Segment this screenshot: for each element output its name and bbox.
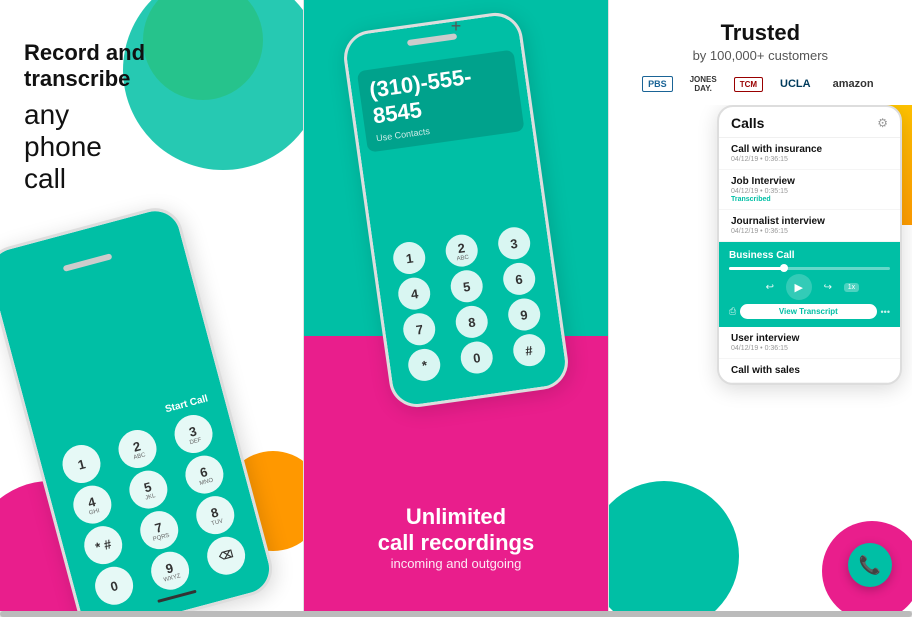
panel3-bg-teal xyxy=(609,481,739,611)
call-item-2[interactable]: Job Interview 04/12/19 • 0:35:15 Transcr… xyxy=(719,170,900,210)
logos-row: PBS JONESDAY. TCM UCLA amazon xyxy=(629,73,892,95)
logo-ucla: UCLA xyxy=(775,76,816,92)
d2-4[interactable]: 4 xyxy=(396,276,432,312)
d2-7[interactable]: 7 xyxy=(401,311,437,347)
call-meta-2: 04/12/19 • 0:35:15 xyxy=(731,188,888,195)
unlimited-label: Unlimited xyxy=(378,504,535,530)
scrollbar-thumb xyxy=(0,611,912,617)
calls-header: Calls ⚙ xyxy=(719,107,900,138)
dial-pad-2: 1 2ABC 3 4 5 6 7 8 xyxy=(381,224,557,385)
audio-progress xyxy=(729,267,890,270)
dial-key-0[interactable]: 0 xyxy=(91,562,138,609)
dial-key-5[interactable]: 5JKL xyxy=(125,466,172,513)
gear-icon[interactable]: ⚙ xyxy=(877,116,888,130)
audio-controls: ↩ ▶ ↪ 1x xyxy=(729,274,890,300)
play-button[interactable]: ▶ xyxy=(786,274,812,300)
call-meta-5: 04/12/19 • 0:36:15 xyxy=(731,345,888,352)
dial-key-6[interactable]: 6MNO xyxy=(181,451,228,498)
dial-key-1[interactable]: 1 xyxy=(58,441,105,488)
panel2-bottom-text: Unlimited call recordings incoming and o… xyxy=(378,504,535,571)
call-name-2: Job Interview xyxy=(731,176,888,187)
subtext: any phone call xyxy=(24,99,145,196)
d2-8[interactable]: 8 xyxy=(454,304,490,340)
dial-key-9[interactable]: 9WXYZ xyxy=(147,547,194,594)
plus-icon: + xyxy=(451,16,462,37)
call-name-5: User interview xyxy=(731,333,888,344)
d2-2[interactable]: 2ABC xyxy=(444,233,480,269)
call-item-3[interactable]: Journalist interview 04/12/19 • 0:36:15 xyxy=(719,210,900,242)
call-item-6[interactable]: Call with sales xyxy=(719,359,900,383)
calls-title: Calls xyxy=(731,115,764,131)
d2-1[interactable]: 1 xyxy=(391,240,427,276)
incoming-outgoing-label: incoming and outgoing xyxy=(378,556,535,571)
d2-9[interactable]: 9 xyxy=(506,297,542,333)
more-icon[interactable]: ••• xyxy=(881,307,890,317)
call-transcribed-2: Transcribed xyxy=(731,196,888,203)
rewind-button[interactable]: ↩ xyxy=(760,277,780,297)
panel-2: + (310)-555-8545 Use Contacts 1 2ABC xyxy=(304,0,608,611)
call-name-6: Call with sales xyxy=(731,365,888,376)
panel3-bg-wrapper: Calls ⚙ Call with insurance 04/12/19 • 0… xyxy=(609,105,912,611)
d2-0[interactable]: 0 xyxy=(459,339,495,375)
logo-pbs: PBS xyxy=(642,76,673,92)
trusted-sub: by 100,000+ customers xyxy=(629,48,892,63)
transcript-row: ⎙ View Transcript ••• xyxy=(729,304,890,319)
headline: Record and transcribe xyxy=(24,40,145,93)
dial-key-4[interactable]: 4GHI xyxy=(69,481,116,528)
call-meta-1: 04/12/19 • 0:36:15 xyxy=(731,156,888,163)
d2-hash[interactable]: # xyxy=(511,332,547,368)
panel3-top: Trusted by 100,000+ customers PBS JONESD… xyxy=(609,0,912,105)
view-transcript-button[interactable]: View Transcript xyxy=(740,304,876,319)
call-meta-3: 04/12/19 • 0:36:15 xyxy=(731,228,888,235)
d2-3[interactable]: 3 xyxy=(496,225,532,261)
audio-bar xyxy=(729,267,890,270)
phone-fab-icon: 📞 xyxy=(859,555,881,576)
dial-key-star[interactable]: * # xyxy=(80,522,127,569)
panel-1-text: Record and transcribe any phone call xyxy=(24,40,145,195)
calls-mockup: Calls ⚙ Call with insurance 04/12/19 • 0… xyxy=(717,105,902,385)
panel-1: Record and transcribe any phone call Sta… xyxy=(0,0,304,611)
dial-key-2[interactable]: 2ABC xyxy=(114,426,161,473)
dial-key-7[interactable]: 7PQRS xyxy=(136,507,183,554)
bg-teal xyxy=(123,0,304,170)
call-name-3: Journalist interview xyxy=(731,216,888,227)
dial-key-3[interactable]: 3DEF xyxy=(170,411,217,458)
main-container: Record and transcribe any phone call Sta… xyxy=(0,0,912,611)
d2-5[interactable]: 5 xyxy=(449,268,485,304)
audio-progress-fill xyxy=(729,267,785,270)
call-item-5[interactable]: User interview 04/12/19 • 0:36:15 xyxy=(719,327,900,359)
d2-6[interactable]: 6 xyxy=(501,261,537,297)
active-call-name: Business Call xyxy=(729,250,890,261)
call-item-active[interactable]: Business Call ↩ ▶ ↪ 1x ⎙ View Tr xyxy=(719,242,900,327)
call-recordings-label: call recordings xyxy=(378,530,535,556)
d2-star[interactable]: * xyxy=(406,347,442,383)
fab-button[interactable]: 📞 xyxy=(848,543,892,587)
speed-badge[interactable]: 1x xyxy=(844,283,859,292)
logo-tcm: TCM xyxy=(734,77,763,92)
call-name-1: Call with insurance xyxy=(731,144,888,155)
panel-3: Trusted by 100,000+ customers PBS JONESD… xyxy=(609,0,912,611)
forward-button[interactable]: ↪ xyxy=(818,277,838,297)
call-item-1[interactable]: Call with insurance 04/12/19 • 0:36:15 xyxy=(719,138,900,170)
dial-key-del[interactable]: ⌫ xyxy=(203,532,250,579)
share-icon[interactable]: ⎙ xyxy=(729,306,736,317)
logo-jones: JONESDAY. xyxy=(685,73,722,95)
logo-amazon: amazon xyxy=(828,76,879,92)
dial-key-8[interactable]: 8TUV xyxy=(192,492,239,539)
trusted-title: Trusted xyxy=(629,20,892,46)
scrollbar[interactable] xyxy=(0,611,912,617)
